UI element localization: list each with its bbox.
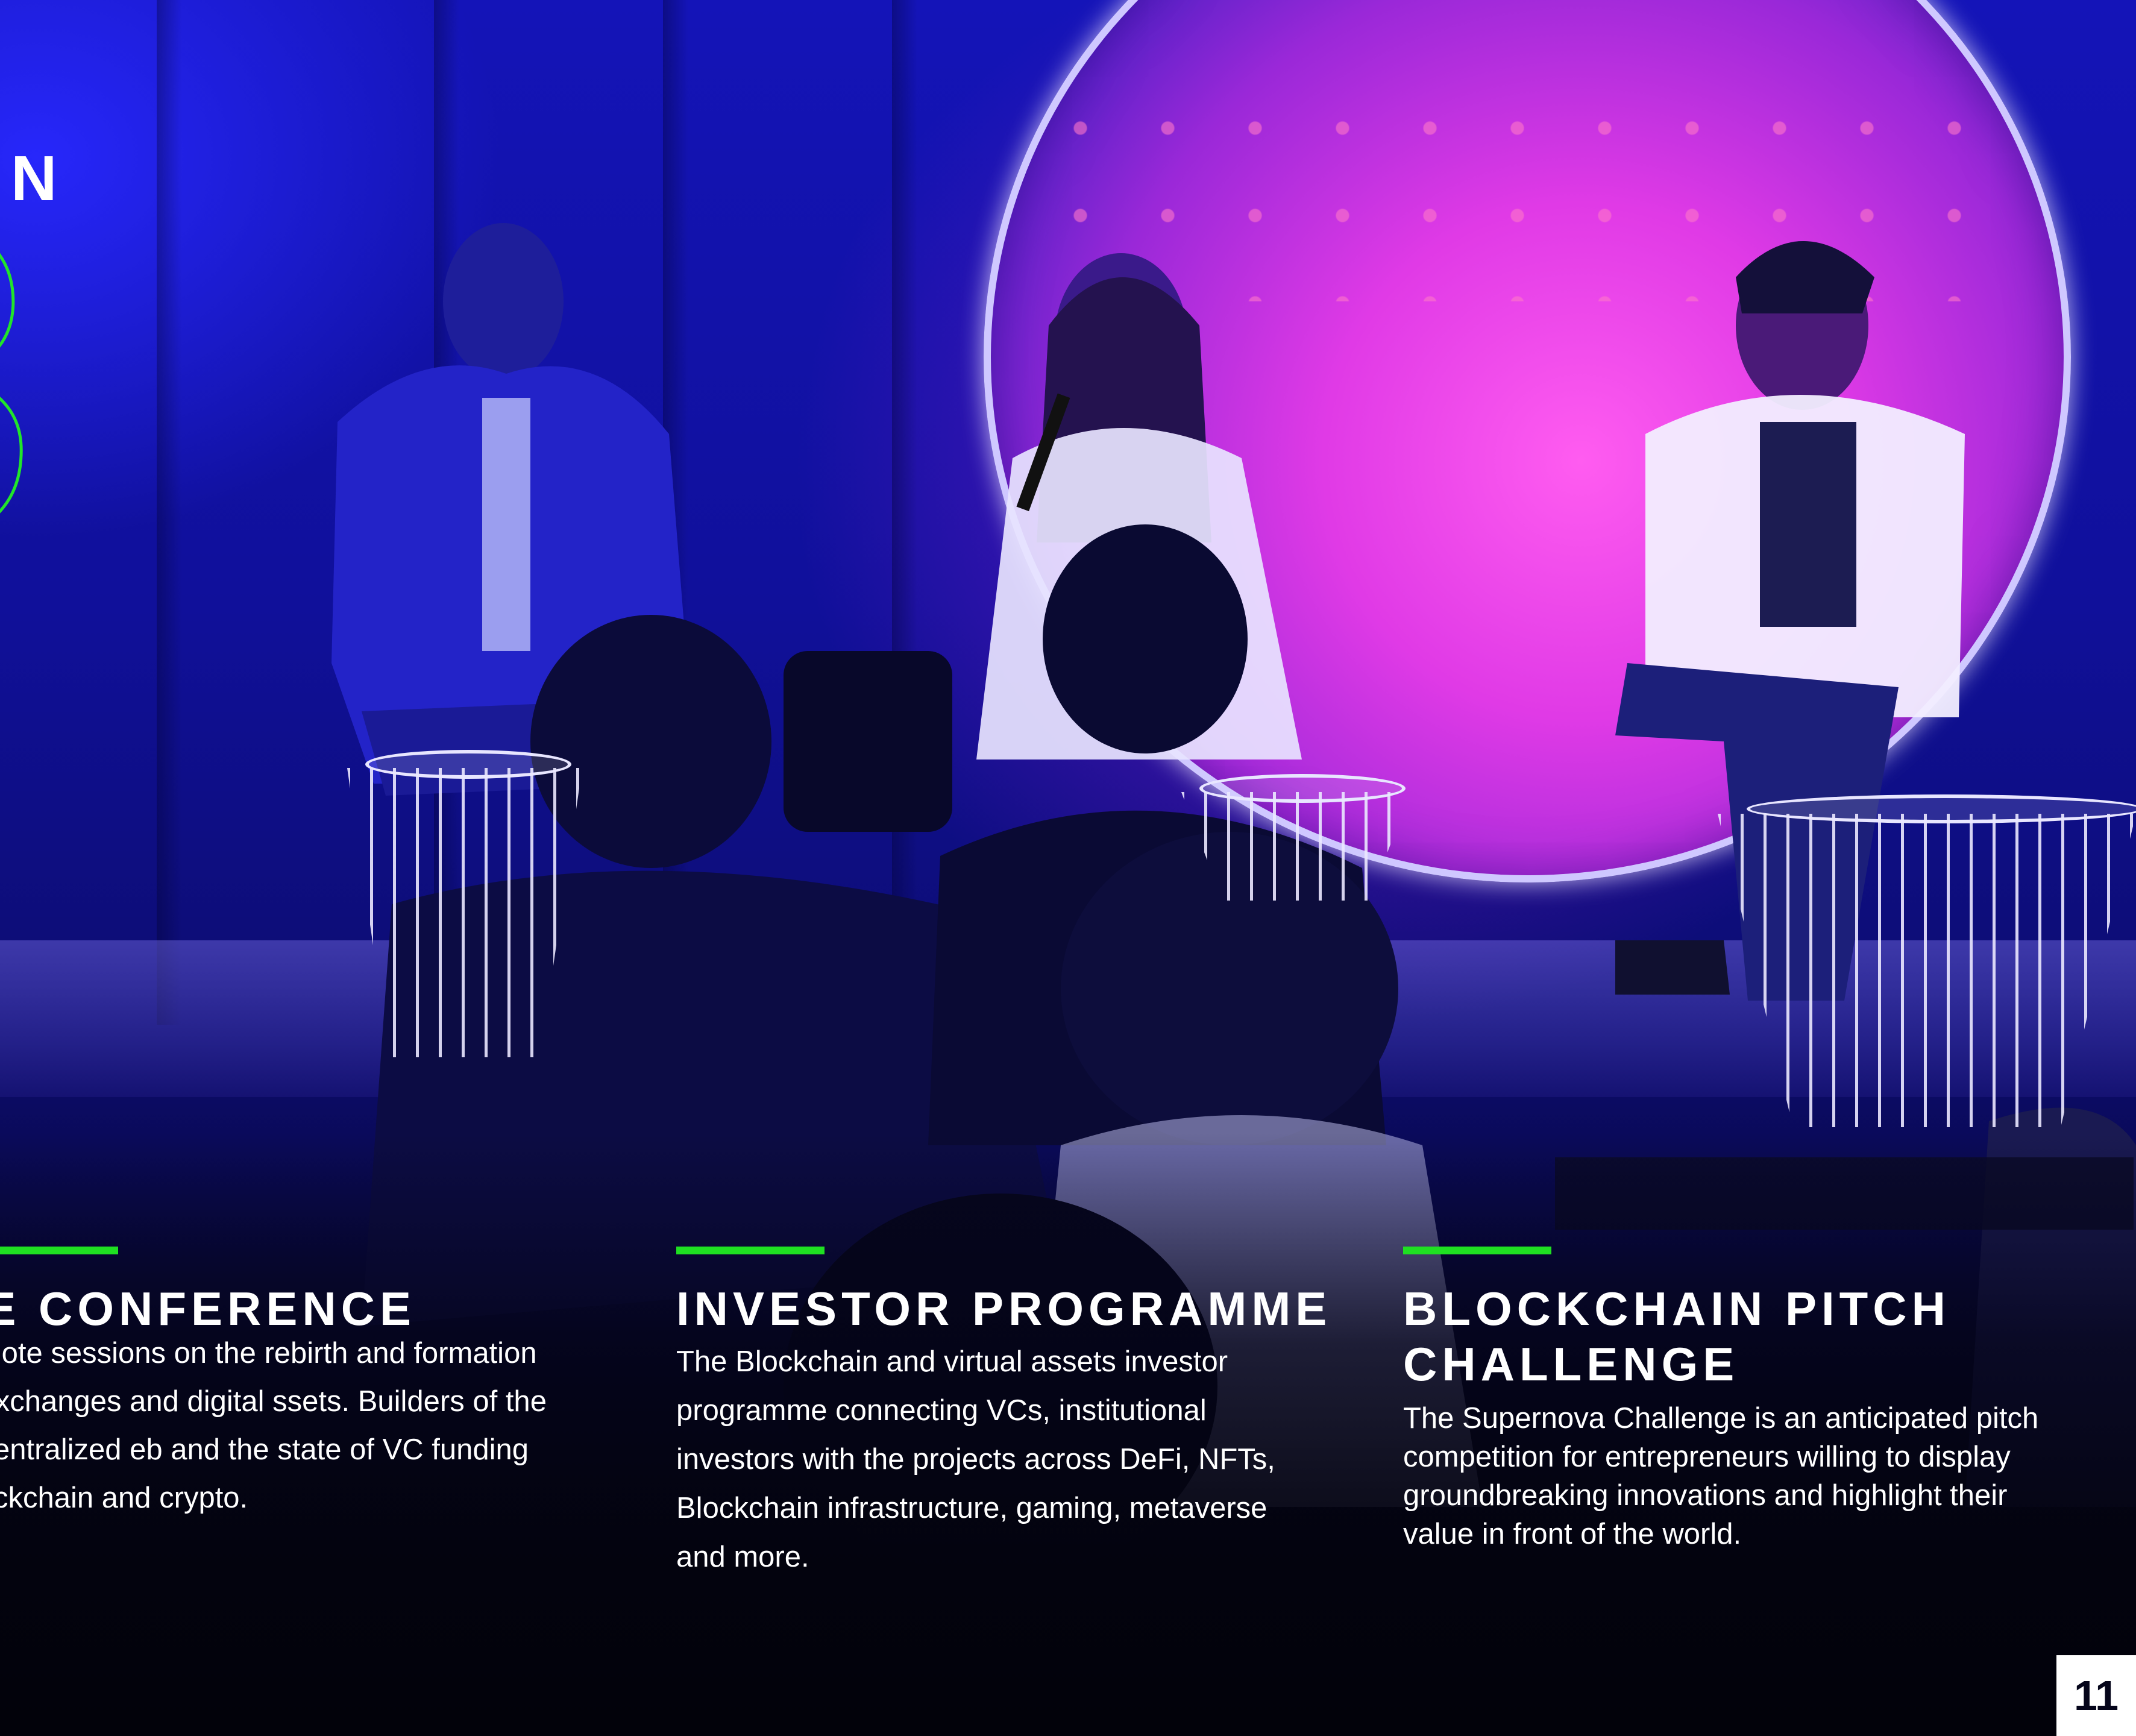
accent-bar	[1403, 1247, 1551, 1254]
column-title: BLOCKCHAIN PITCH CHALLENGE	[1403, 1282, 1950, 1391]
info-column-conference: HE CONFERENCE ey note sessions on the re…	[0, 1247, 548, 1522]
column-title: HE CONFERENCE	[0, 1282, 416, 1335]
column-body: The Supernova Challenge is an anticipate…	[1403, 1402, 2039, 1550]
accent-bar	[676, 1247, 825, 1254]
page-number: 11	[2056, 1655, 2136, 1736]
column-body: ey note sessions on the rebirth and form…	[0, 1337, 547, 1514]
column-title: INVESTOR PROGRAMME	[676, 1282, 1332, 1335]
accent-bar	[0, 1247, 118, 1254]
brochure-page: N 3 HE CONFERENCE ey note sessions on th…	[0, 0, 2136, 1736]
headline-outline-digit: 3	[0, 149, 39, 610]
info-column-pitch-challenge: BLOCKCHAIN PITCH CHALLENGE The Supernova…	[1403, 1247, 2090, 1553]
column-body: The Blockchain and virtual assets invest…	[676, 1345, 1275, 1573]
info-column-investor-programme: INVESTOR PROGRAMME The Blockchain and vi…	[676, 1247, 1339, 1582]
